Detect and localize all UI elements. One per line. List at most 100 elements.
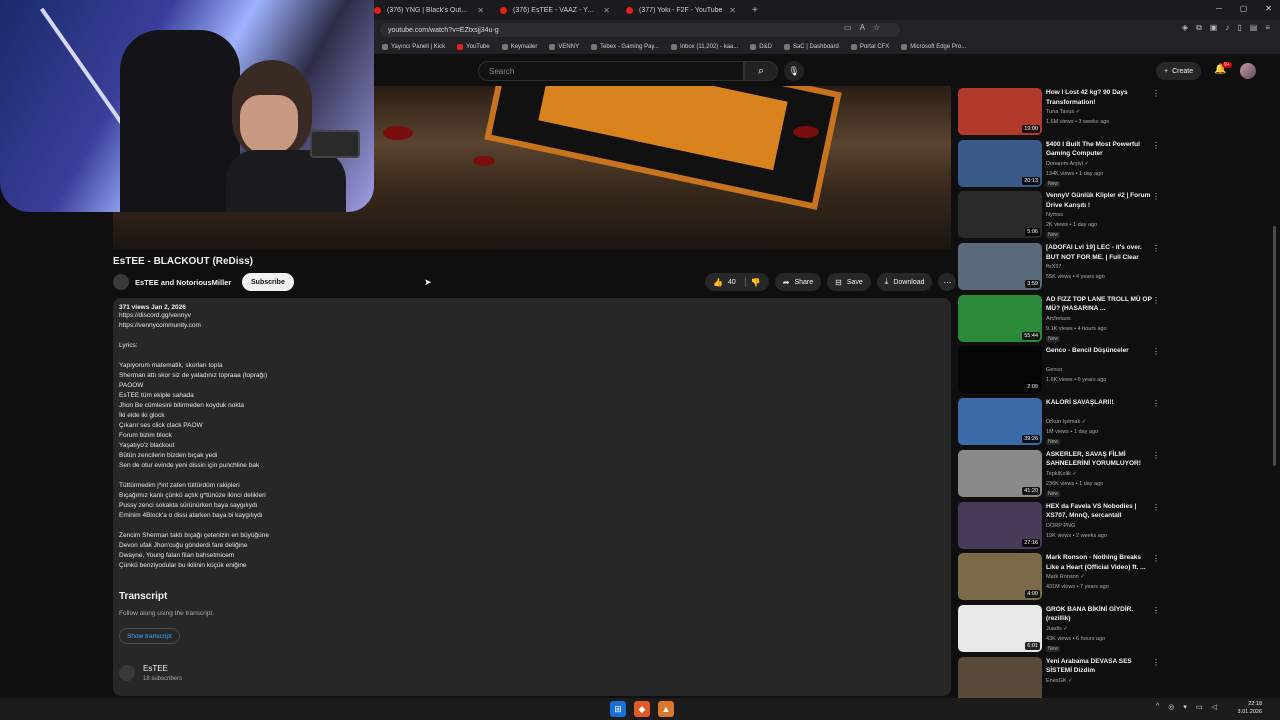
video-thumbnail[interactable]: 3:59	[958, 243, 1042, 291]
url-field[interactable]: youtube.com/watch?v=EZtxsjj34u-g	[380, 23, 900, 37]
recommended-video-title[interactable]: Mark Ronson - Nothing Breaks Like a Hear…	[1046, 553, 1154, 572]
recommended-video[interactable]: 3:59 [ADOFAI Lvl 19] LEC - it's over. BUT…	[958, 241, 1170, 293]
recommended-channel-name[interactable]: Orkun Işıtmak ✓	[1046, 419, 1086, 425]
bookmark-item[interactable]: Keymailer	[496, 44, 544, 50]
wallet-icon[interactable]: ▤	[1250, 23, 1258, 33]
puzzle-icon[interactable]: ⧉	[1196, 23, 1202, 33]
more-vertical-icon[interactable]: ⋮	[1152, 606, 1160, 615]
create-button[interactable]: + Create	[1156, 62, 1202, 80]
video-thumbnail[interactable]: 6:01	[958, 604, 1042, 652]
channel-name[interactable]: EsTEE and NotoriousMiller	[135, 278, 231, 287]
bookmark-item[interactable]: Portal CFX	[845, 44, 895, 50]
recommended-video[interactable]: 39:26 KALORİ SAVAŞLARI!! Orkun Işıtmak ✓ 1M…	[958, 396, 1170, 448]
channel-avatar[interactable]	[119, 665, 135, 681]
browser-tab[interactable]: (376) YNG | Black's Out... ✕	[366, 0, 492, 20]
recommended-video[interactable]: 55:44 AD FIZZ TOP LANE TROLL MÜ OP MÜ? (H…	[958, 293, 1170, 345]
recommended-video[interactable]: 19:00 How I Lost 42 kg? 90 Days Transform…	[958, 86, 1170, 138]
minimize-icon[interactable]: ─	[1216, 4, 1222, 13]
video-thumbnail[interactable]: 19:00	[958, 88, 1042, 135]
recommended-video-title[interactable]: Genco - Bencil Düşünceler	[1046, 346, 1154, 356]
bookmark-item[interactable]: Inbox (11,202) - kaa...	[665, 44, 744, 50]
video-thumbnail[interactable]: 55:44	[958, 294, 1042, 342]
more-vertical-icon[interactable]: ⋮	[1152, 554, 1160, 563]
scrollbar-thumb[interactable]	[1273, 226, 1276, 466]
translate-icon[interactable]: A	[860, 23, 865, 32]
bookmark-item[interactable]: YouTube	[451, 44, 496, 50]
share-button[interactable]: ➦ Share	[774, 273, 822, 291]
recommended-channel-name[interactable]: Mark Ronson ✓	[1046, 574, 1085, 580]
video-thumbnail[interactable]: 39:26	[958, 398, 1042, 446]
menu-icon[interactable]: ≡	[1265, 23, 1270, 33]
like-button[interactable]: 👍 40 👎	[705, 273, 769, 291]
recommended-video[interactable]: 20:13 $400 I Built The Most Powerful Gami…	[958, 138, 1170, 190]
bookmark-item[interactable]: SaC | Dashboard	[778, 44, 845, 50]
recommended-video[interactable]: 2:09 Genco - Bencil Düşünceler Genco 1.6K v…	[958, 344, 1170, 396]
bookmark-item[interactable]: VENNY	[543, 44, 585, 50]
recommended-channel-name[interactable]: Donanım Arşivi ✓	[1046, 161, 1089, 167]
recommended-channel-name[interactable]: Nyross	[1046, 212, 1063, 218]
channel-name[interactable]: EsTEE	[143, 664, 168, 673]
more-vertical-icon[interactable]: ⋮	[1152, 89, 1160, 98]
recommended-channel-name[interactable]: Tuna Tavus ✓	[1046, 109, 1080, 115]
search-button[interactable]: ⌕	[744, 61, 778, 81]
show-transcript-button[interactable]: Show transcript	[119, 628, 180, 644]
app-icon[interactable]: ▲	[658, 701, 674, 717]
recommended-video-title[interactable]: VennyV Günlük Klipler #2 | Forum Drive K…	[1046, 191, 1154, 210]
tabs-icon[interactable]: ▣	[1210, 23, 1218, 33]
more-vertical-icon[interactable]: ⋮	[1152, 296, 1160, 305]
music-icon[interactable]: ♪	[1225, 23, 1229, 33]
more-vertical-icon[interactable]: ⋮	[1152, 141, 1160, 150]
video-thumbnail[interactable]: 2:09	[958, 346, 1042, 394]
voice-search-button[interactable]: 🎙	[784, 61, 804, 81]
close-tab-icon[interactable]: ✕	[603, 6, 610, 15]
recommended-video-title[interactable]: AD FIZZ TOP LANE TROLL MÜ OP MÜ? (HASARI…	[1046, 295, 1154, 314]
close-tab-icon[interactable]: ✕	[729, 6, 736, 15]
recommended-video[interactable]: 4:00 Mark Ronson - Nothing Breaks Like a …	[958, 551, 1170, 603]
recommended-video[interactable]: Yeni Arabama DEVASA SES SİSTEMİ Dizdim En…	[958, 655, 1170, 698]
network-icon[interactable]: ▭	[1196, 703, 1203, 711]
new-tab-icon[interactable]: +	[744, 5, 766, 16]
bookmark-item[interactable]: Tebex - Gaming Pay...	[585, 44, 665, 50]
recommended-video-title[interactable]: Yeni Arabama DEVASA SES SİSTEMİ Dizdim	[1046, 657, 1154, 676]
recommended-channel-name[interactable]: DORP PNG	[1046, 523, 1075, 529]
browser-tab[interactable]: (376) EsTEE - VAAZ - YouTube ✕	[492, 0, 618, 20]
more-vertical-icon[interactable]: ⋮	[1152, 347, 1160, 356]
more-vertical-icon[interactable]: ⋮	[1152, 503, 1160, 512]
thumbs-down-icon[interactable]: 👎	[751, 278, 761, 287]
chevron-up-icon[interactable]: ^	[1156, 703, 1159, 711]
more-vertical-icon[interactable]: ⋮	[1152, 451, 1160, 460]
recommended-channel-name[interactable]: Archetaos	[1046, 316, 1071, 322]
recommended-video[interactable]: 41:20 ASKERLER, SAVAŞ FİLMİ SAHNELERİNİ Y…	[958, 448, 1170, 500]
download-button[interactable]: ⤓ Download	[876, 273, 933, 291]
more-vertical-icon[interactable]: ⋮	[1152, 658, 1160, 667]
brave-browser-icon[interactable]: ◆	[634, 701, 650, 717]
bookmark-item[interactable]: Yayıncı Paneli | Kick	[376, 44, 451, 50]
bookmark-item[interactable]: Microsoft Edge Pro...	[895, 44, 972, 50]
headset-icon[interactable]: ◎	[1168, 703, 1174, 711]
recommended-video-title[interactable]: $400 I Built The Most Powerful Gaming Co…	[1046, 140, 1154, 159]
recommended-video-title[interactable]: ASKERLER, SAVAŞ FİLMİ SAHNELERİNİ YORUML…	[1046, 450, 1154, 469]
recommended-video[interactable]: 6:01 GROK BANA BİKİNİ GİYDİR. (rezillik) J…	[958, 603, 1170, 655]
more-actions-button[interactable]: ⋯	[938, 273, 957, 291]
recommended-video-title[interactable]: HEX da Favela VS Nobodies | XS707, MnnQ,…	[1046, 502, 1154, 521]
account-avatar[interactable]	[1240, 63, 1256, 79]
more-vertical-icon[interactable]: ⋮	[1152, 244, 1160, 253]
browser-tab[interactable]: (377) Yoki - F2F - YouTube ✕	[618, 0, 744, 20]
windows-start-icon[interactable]: ⊞	[610, 701, 626, 717]
recommended-video-title[interactable]: GROK BANA BİKİNİ GİYDİR. (rezillik)	[1046, 605, 1154, 624]
recommended-video[interactable]: 5:06 VennyV Günlük Klipler #2 | Forum Dri…	[958, 189, 1170, 241]
bookmark-item[interactable]: D&D	[744, 44, 778, 50]
install-app-icon[interactable]: ▭	[844, 23, 852, 32]
recommended-video-title[interactable]: KALORİ SAVAŞLARI!!	[1046, 398, 1154, 408]
search-input[interactable]: Search	[478, 61, 744, 81]
bookmark-star-icon[interactable]: ☆	[873, 23, 880, 32]
close-tab-icon[interactable]: ✕	[477, 6, 484, 15]
recommended-channel-name[interactable]: EnesGK ✓	[1046, 678, 1073, 684]
recommended-channel-name[interactable]: Genco	[1046, 367, 1062, 373]
video-thumbnail[interactable]: 27:16	[958, 501, 1042, 549]
extension-icon[interactable]: ◈	[1182, 23, 1188, 33]
recommended-video-title[interactable]: [ADOFAI Lvl 19] LEC - it's over. BUT NOT…	[1046, 243, 1154, 262]
recommended-channel-name[interactable]: TepkiKolik ✓	[1046, 471, 1077, 477]
video-thumbnail[interactable]: 4:00	[958, 553, 1042, 601]
description-box[interactable]: 371 views Jan 2, 2026 https://discord.gg…	[113, 298, 951, 696]
